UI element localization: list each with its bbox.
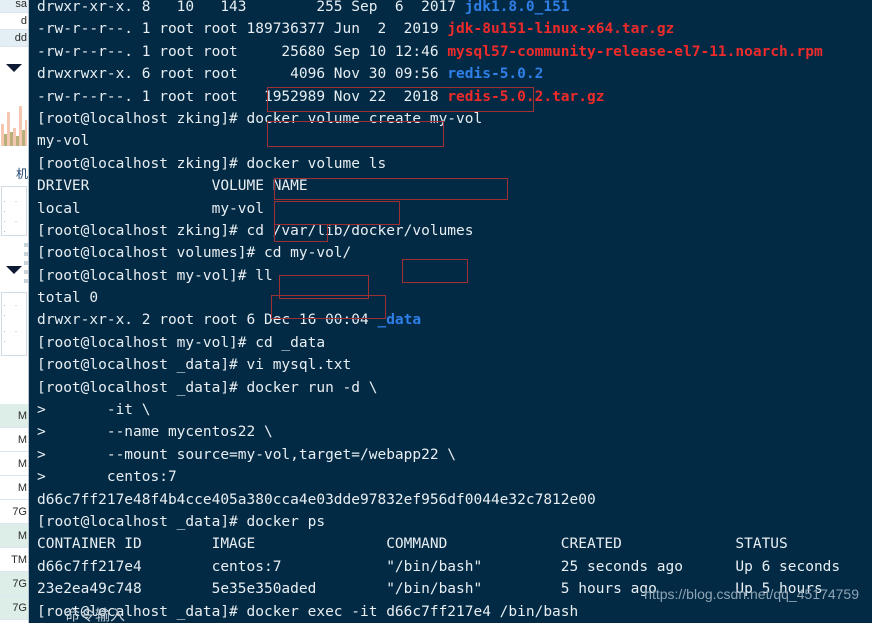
terminal-text-plain: [root@localhost _data]# vi mysql.txt (37, 357, 352, 374)
terminal-line-cmd-cd-myvol: [root@localhost volumes]# cd my-vol/ (37, 242, 840, 264)
sidebar-cell-label: sa (15, 0, 27, 10)
sidebar-value-label: 7G (12, 602, 27, 614)
terminal-text-plain: drwxrwxr-x. 6 root root 4096 Nov 30 09:5… (37, 66, 448, 83)
terminal-text-plain: local my-vol (37, 200, 264, 217)
sidebar-value-cell-2[interactable]: M (0, 452, 28, 476)
terminal-line-cmd-cd-data: [root@localhost my-vol]# cd _data (37, 332, 840, 354)
terminal-line-cont-mount: > --mount source=my-vol,target=/webapp22… (37, 444, 840, 466)
terminal-line-cmd-vi-mysql: [root@localhost _data]# vi mysql.txt (37, 354, 840, 376)
sidebar-value-label: TM (11, 554, 27, 566)
sidebar-dots-2: · · · (3, 216, 21, 236)
sidebar-value-label: M (17, 434, 27, 446)
sidebar-value-cell-1[interactable]: M (0, 428, 28, 452)
terminal-line-out-container-id: d66c7ff217e48f4b4cce405a380cca4e03dde978… (37, 489, 840, 511)
terminal-text-plain: my-vol (37, 133, 90, 150)
terminal-text-dir: _data (377, 312, 422, 329)
terminal-text-plain: > --name mycentos22 \ (37, 424, 273, 441)
terminal-line-cmd-docker-exec: [root@localhost _data]# docker exec -it … (37, 601, 840, 623)
terminal-line-ls-data-dir: drwxr-xr-x. 2 root root 6 Dec 16 00:04 _… (37, 309, 840, 331)
terminal-text-plain: -rw-r--r--. 1 root root 25680 Sep 10 12:… (37, 43, 448, 60)
sidebar-value-cell-3[interactable]: M (0, 476, 28, 500)
terminal-text-plain: [root@localhost zking]# docker volume ls (37, 155, 387, 172)
sidebar-value-label: 7G (12, 578, 27, 590)
left-sidebar-panel[interactable]: sa d dd 机 · · · · · · · · · · · · M M M M 7G… (0, 0, 29, 623)
sidebar-cell-0[interactable]: sa (0, 0, 28, 13)
sidebar-mini-bar-chart (1, 86, 27, 146)
terminal-line-ls-mysql-rpm: -rw-r--r--. 1 root root 25680 Sep 10 12:… (37, 41, 840, 63)
terminal-text-plain: d66c7ff217e4 centos:7 "/bin/bash" 25 sec… (37, 558, 841, 575)
terminal-text-plain: -rw-r--r--. 1 root root 1952989 Nov 22 2… (37, 88, 448, 105)
sidebar-value-label: M (17, 482, 27, 494)
terminal-text-plain: [root@localhost zking]# cd /var/lib/dock… (37, 222, 474, 239)
terminal-line-ps-row-1: d66c7ff217e4 centos:7 "/bin/bash" 25 sec… (37, 556, 840, 578)
terminal-line-out-my-vol: my-vol (37, 130, 840, 152)
terminal-text-plain: > --mount source=my-vol,target=/webapp22… (37, 446, 457, 463)
terminal-text-arch: redis-5.0.2.tar.gz (447, 88, 605, 105)
chevron-down-icon-2[interactable] (6, 266, 22, 274)
terminal-text-dir: redis-5.0.2 (447, 66, 544, 83)
sidebar-value-cell-8[interactable]: 7G (0, 596, 28, 620)
sidebar-value-cell-6[interactable]: TM (0, 548, 28, 572)
terminal-line-cont-name: > --name mycentos22 \ (37, 421, 840, 443)
sidebar-value-cell-4[interactable]: 7G (0, 500, 28, 524)
sidebar-value-label: M (17, 530, 27, 542)
chevron-down-icon[interactable] (6, 64, 22, 72)
terminal-text-plain: [root@localhost _data]# docker ps (37, 513, 326, 530)
terminal-line-ps-header: CONTAINER ID IMAGE COMMAND CREATED STATU… (37, 533, 840, 555)
screenshot-root: sa d dd 机 · · · · · · · · · · · · M M M M 7G… (0, 0, 872, 623)
terminal-line-ls-redis-tar: -rw-r--r--. 1 root root 1952989 Nov 22 2… (37, 86, 840, 108)
terminal-text-plain: total 0 (37, 290, 99, 307)
terminal-line-cmd-volume-create: [root@localhost zking]# docker volume cr… (37, 108, 840, 130)
terminal-text-plain: -rw-r--r--. 1 root root 189736377 Jun 2 … (37, 21, 448, 38)
terminal-text-plain: [root@localhost _data]# docker run -d \ (37, 379, 378, 396)
terminal-text-plain: > centos:7 (37, 469, 177, 486)
sidebar-dots-4: · · · (3, 326, 21, 346)
sidebar-chart-bar (25, 120, 27, 146)
terminal-line-cmd-docker-ps: [root@localhost _data]# docker ps (37, 511, 840, 533)
terminal-output: drwxr-xr-x. 8 10 143 255 Sep 6 2017 jdk1… (37, 0, 840, 623)
terminal-line-cmd-cd-volumes: [root@localhost zking]# cd /var/lib/dock… (37, 220, 840, 242)
sidebar-dots-3: · · · (3, 300, 21, 320)
terminal-line-cmd-volume-ls: [root@localhost zking]# docker volume ls (37, 153, 840, 175)
terminal-line-row-local: local my-vol (37, 198, 840, 220)
terminal-text-dir: jdk1.8.0_151 (464, 0, 570, 15)
terminal-text-plain: DRIVER VOLUME NAME (37, 178, 308, 195)
terminal-line-cont-image: > centos:7 (37, 466, 840, 488)
sidebar-chinese-label: 机 (15, 167, 28, 181)
sidebar-cell-2[interactable]: dd (0, 30, 28, 47)
terminal-text-plain: [root@localhost volumes]# cd my-vol/ (37, 245, 352, 262)
terminal-text-plain: d66c7ff217e48f4b4cce405a380cca4e03dde978… (37, 491, 596, 508)
sidebar-cell-1[interactable]: d (0, 13, 28, 30)
sidebar-cell-label: dd (14, 32, 27, 44)
sidebar-dots-1: · · · (3, 196, 21, 216)
terminal-text-plain: [root@localhost my-vol]# cd _data (37, 334, 326, 351)
terminal-text-plain: drwxr-xr-x. 2 root root 6 Dec 16 00:04 (37, 312, 378, 329)
sidebar-value-cell-0[interactable]: M (0, 404, 28, 428)
terminal-line-cmd-docker-run: [root@localhost _data]# docker run -d \ (37, 377, 840, 399)
sidebar-value-label: 7G (12, 506, 27, 518)
terminal-line-ls-redis-dir: drwxrwxr-x. 6 root root 4096 Nov 30 09:5… (37, 63, 840, 85)
sidebar-value-label: M (17, 458, 27, 470)
terminal-line-cmd-ll-myvol: [root@localhost my-vol]# ll (37, 265, 840, 287)
terminal-line-ls-jdk-tar: -rw-r--r--. 1 root root 189736377 Jun 2 … (37, 18, 840, 40)
terminal-text-plain: drwxr-xr-x. 8 10 143 255 Sep 6 2017 (37, 0, 465, 15)
sidebar-cell-label: d (20, 15, 27, 27)
terminal-text-plain: [root@localhost my-vol]# ll (37, 267, 273, 284)
sidebar-value-cell-7[interactable]: 7G (0, 572, 28, 596)
terminal-text-plain: [root@localhost zking]# docker volume cr… (37, 110, 483, 127)
terminal-line-ls-jdk-dir: drwxr-xr-x. 8 10 143 255 Sep 6 2017 jdk1… (37, 0, 840, 18)
sidebar-value-cell-5[interactable]: M (0, 524, 28, 548)
terminal-text-arch: mysql57-community-release-el7-11.noarch.… (447, 43, 823, 60)
watermark-text: https://blog.csdn.net/qq_45174759 (644, 586, 859, 602)
command-input-caption: 命令输入 (65, 606, 126, 623)
terminal-line-cont-it: > -it \ (37, 399, 840, 421)
terminal-line-hdr-driver: DRIVER VOLUME NAME (37, 175, 840, 197)
terminal-text-plain: CONTAINER ID IMAGE COMMAND CREATED STATU… (37, 536, 788, 553)
sidebar-scrollbar-grip[interactable] (24, 243, 28, 291)
terminal-text-plain: > -it \ (37, 402, 151, 419)
terminal-text-arch: jdk-8u151-linux-x64.tar.gz (447, 21, 675, 38)
terminal-window[interactable]: drwxr-xr-x. 8 10 143 255 Sep 6 2017 jdk1… (29, 0, 872, 623)
sidebar-value-label: M (17, 410, 27, 422)
terminal-line-out-total-0: total 0 (37, 287, 840, 309)
